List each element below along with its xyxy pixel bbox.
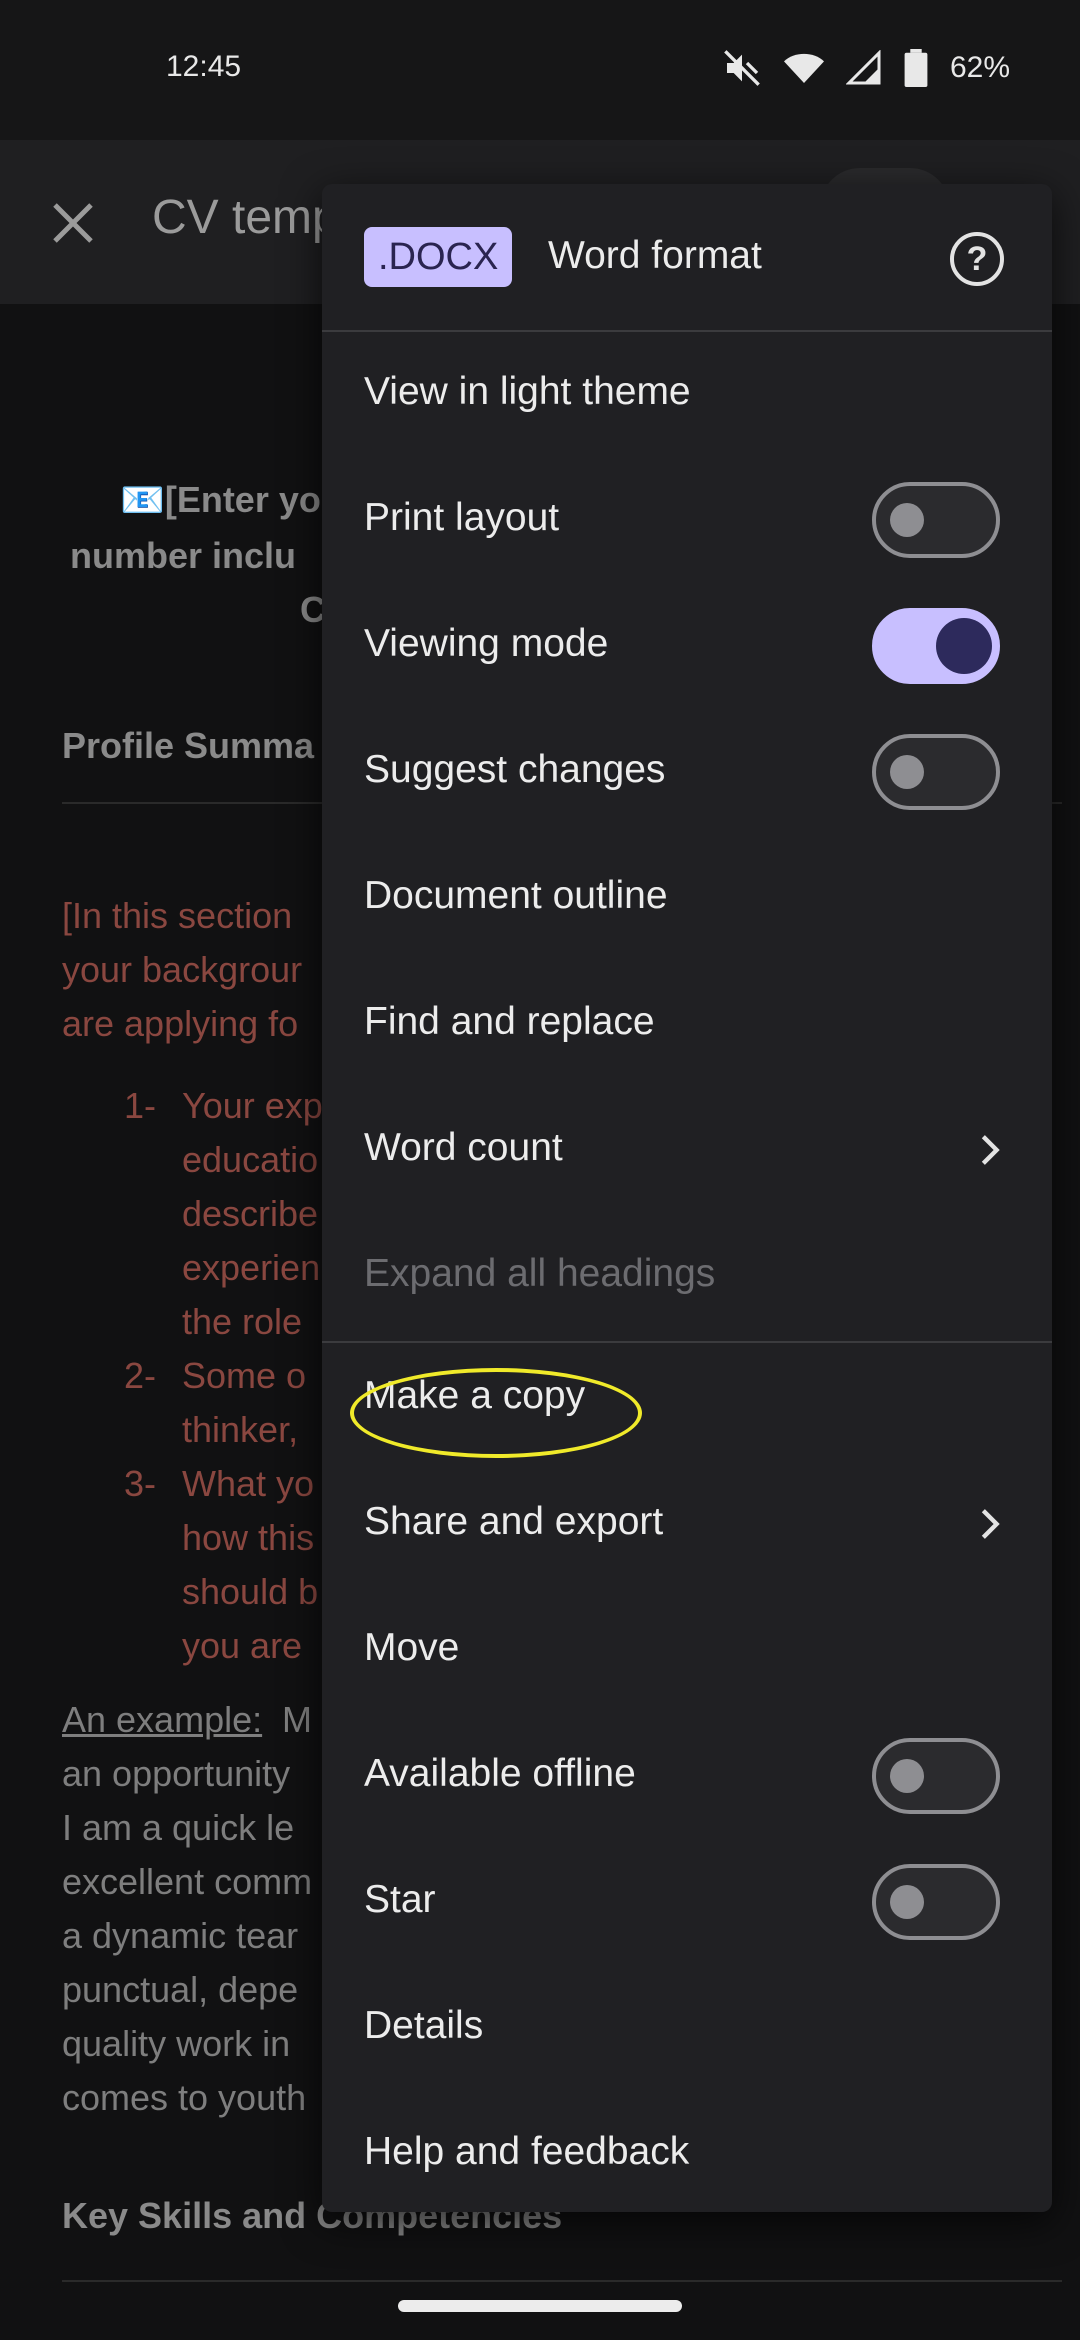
battery-percent: 62% (949, 51, 1010, 84)
menu-item-suggest-changes[interactable]: Suggest changes (322, 710, 1052, 836)
menu-item-label: Viewing mode (364, 622, 609, 665)
menu-item-label: View in light theme (364, 370, 691, 413)
menu-item-label: Word count (364, 1126, 563, 1169)
status-time: 12:45 (166, 50, 242, 83)
help-icon[interactable]: ? (950, 232, 1004, 286)
doc-line: Some o (182, 1355, 307, 1396)
battery-icon (904, 49, 928, 87)
star-toggle[interactable] (872, 1864, 1000, 1940)
doc-line: your backgrour (62, 949, 303, 990)
format-label: Word format (548, 234, 762, 277)
menu-item-label: Move (364, 1626, 460, 1669)
overflow-menu: .DOCX Word format ? View in light theme … (322, 184, 1052, 2212)
menu-item-document-outline[interactable]: Document outline (322, 836, 1052, 962)
doc-line: the role (182, 1301, 303, 1342)
menu-item-expand-headings: Expand all headings (322, 1214, 1052, 1340)
doc-line: [In this section (62, 895, 293, 936)
status-icons: 62% (722, 48, 1010, 88)
menu-item-label: Share and export (364, 1500, 664, 1543)
menu-item-label: Suggest changes (364, 748, 666, 791)
menu-item-label: Available offline (364, 1752, 636, 1795)
docx-badge: .DOCX (364, 227, 513, 287)
wifi-icon (783, 53, 824, 83)
menu-item-view-light-theme[interactable]: View in light theme (322, 332, 1052, 458)
document-title[interactable]: CV temp (152, 190, 339, 245)
doc-line: how this (182, 1517, 315, 1558)
home-indicator[interactable] (398, 2300, 682, 2312)
doc-line: quality work in (62, 2023, 291, 2064)
doc-line: excellent comm (62, 1861, 313, 1902)
doc-example-label: An example: (62, 1699, 263, 1740)
doc-line: I am a quick le (62, 1807, 295, 1848)
menu-item-label: Details (364, 2004, 484, 2047)
doc-list-number: 2- (124, 1355, 157, 1396)
menu-item-help-feedback[interactable]: Help and feedback (322, 2092, 1052, 2212)
doc-divider (62, 2280, 1062, 2282)
menu-header: .DOCX Word format ? (322, 184, 1052, 330)
menu-item-word-count[interactable]: Word count (322, 1088, 1052, 1214)
doc-line: punctual, depe (62, 1969, 299, 2010)
menu-item-find-replace[interactable]: Find and replace (322, 962, 1052, 1088)
viewing-mode-toggle[interactable] (872, 608, 1000, 684)
status-bar: 12:45 62% (0, 0, 1080, 140)
mute-icon (724, 50, 760, 86)
doc-line: you are (182, 1625, 303, 1666)
menu-item-available-offline[interactable]: Available offline (322, 1714, 1052, 1840)
chevron-right-icon (981, 1509, 1000, 1539)
menu-item-label: Help and feedback (364, 2130, 690, 2173)
menu-item-print-layout[interactable]: Print layout (322, 458, 1052, 584)
doc-line: number inclu (70, 535, 297, 576)
doc-line: What yo (182, 1463, 315, 1504)
signal-icon (845, 50, 881, 85)
doc-line: Your exp (182, 1085, 323, 1126)
doc-line: educatio (182, 1139, 319, 1180)
doc-line: 📧[Enter yo (120, 479, 321, 520)
menu-item-viewing-mode[interactable]: Viewing mode (322, 584, 1052, 710)
highlight-annotation (350, 1368, 642, 1458)
doc-line: are applying fo (62, 1003, 299, 1044)
print-layout-toggle[interactable] (872, 482, 1000, 558)
doc-line: an opportunity (62, 1753, 291, 1794)
doc-line: describe (182, 1193, 319, 1234)
doc-line: experien (182, 1247, 321, 1288)
doc-line: comes to youth (62, 2077, 307, 2118)
menu-item-details[interactable]: Details (322, 1966, 1052, 2092)
menu-item-label: Star (364, 1878, 436, 1921)
doc-line: thinker, (182, 1409, 299, 1450)
suggest-changes-toggle[interactable] (872, 734, 1000, 810)
menu-item-label: Document outline (364, 874, 668, 917)
menu-item-label: Print layout (364, 496, 560, 539)
doc-line: a dynamic tear (62, 1915, 299, 1956)
doc-list-number: 1- (124, 1085, 157, 1126)
menu-divider (322, 1341, 1052, 1343)
doc-list-number: 3- (124, 1463, 157, 1504)
close-icon[interactable] (46, 196, 100, 250)
menu-item-move[interactable]: Move (322, 1588, 1052, 1714)
menu-item-label: Find and replace (364, 1000, 655, 1043)
menu-item-label: Expand all headings (364, 1252, 716, 1295)
doc-line: should b (182, 1571, 319, 1612)
menu-item-share-export[interactable]: Share and export (322, 1462, 1052, 1588)
doc-line: M (282, 1699, 312, 1740)
available-offline-toggle[interactable] (872, 1738, 1000, 1814)
doc-heading: Profile Summa (62, 725, 315, 766)
chevron-right-icon (981, 1135, 1000, 1165)
menu-item-star[interactable]: Star (322, 1840, 1052, 1966)
